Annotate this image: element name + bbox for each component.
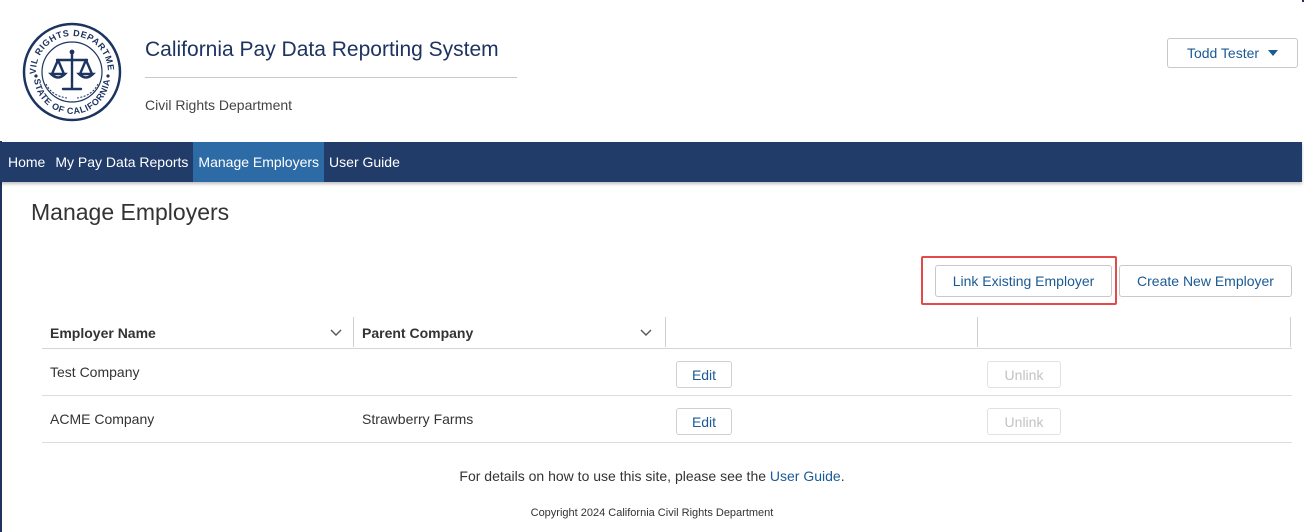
nav-item-user-guide[interactable]: User Guide — [324, 142, 405, 182]
employers-table: Employer Name Parent Company Test Compan… — [42, 315, 1292, 443]
unlink-button: Unlink — [987, 408, 1061, 435]
column-divider — [353, 317, 354, 347]
column-divider — [977, 317, 978, 347]
nav-item-home[interactable]: Home — [0, 142, 50, 182]
user-menu-button[interactable]: Todd Tester — [1167, 38, 1298, 68]
user-name-label: Todd Tester — [1186, 45, 1260, 61]
nav-item-manage-employers[interactable]: Manage Employers — [193, 142, 325, 182]
column-header-parent-company[interactable]: Parent Company — [362, 315, 473, 349]
copyright-text: Copyright 2024 California Civil Rights D… — [530, 507, 774, 519]
main-nav: Home My Pay Data Reports Manage Employer… — [0, 142, 1302, 182]
edit-button[interactable]: Edit — [676, 408, 732, 435]
civil-rights-seal-logo: CIVIL RIGHTS DEPARTMENT STATE OF CALIFOR… — [22, 22, 122, 122]
nav-item-my-pay-data-reports[interactable]: My Pay Data Reports — [50, 142, 193, 182]
footer-user-guide-link[interactable]: User Guide — [770, 468, 841, 484]
parent-company-cell: Strawberry Farms — [362, 411, 474, 427]
title-divider — [145, 77, 517, 78]
page-title: Manage Employers — [31, 199, 230, 225]
footer-help-text: For details on how to use this site, ple… — [0, 468, 1304, 484]
column-divider — [1290, 317, 1291, 347]
column-header-employer-name[interactable]: Employer Name — [50, 315, 156, 349]
column-divider — [665, 317, 666, 347]
table-row: Test Company Edit Unlink — [42, 349, 1292, 396]
edit-button[interactable]: Edit — [676, 361, 732, 388]
employer-name-cell: ACME Company — [50, 411, 155, 427]
employer-name-cell: Test Company — [50, 364, 140, 380]
chevron-down-icon[interactable] — [330, 329, 342, 337]
unlink-button: Unlink — [987, 361, 1061, 388]
footer-text-prefix: For details on how to use this site, ple… — [459, 468, 770, 484]
link-existing-employer-button[interactable]: Link Existing Employer — [935, 265, 1112, 297]
chevron-down-icon[interactable] — [640, 329, 652, 337]
footer-text-suffix: . — [840, 468, 845, 484]
table-header: Employer Name Parent Company — [42, 315, 1292, 349]
table-row: ACME Company Strawberry Farms Edit Unlin… — [42, 396, 1292, 443]
app-title: California Pay Data Reporting System — [145, 38, 499, 61]
site-header: CIVIL RIGHTS DEPARTMENT STATE OF CALIFOR… — [0, 0, 1302, 141]
app-subtitle: Civil Rights Department — [145, 97, 293, 113]
caret-down-icon — [1268, 50, 1279, 56]
create-new-employer-button[interactable]: Create New Employer — [1119, 265, 1292, 297]
